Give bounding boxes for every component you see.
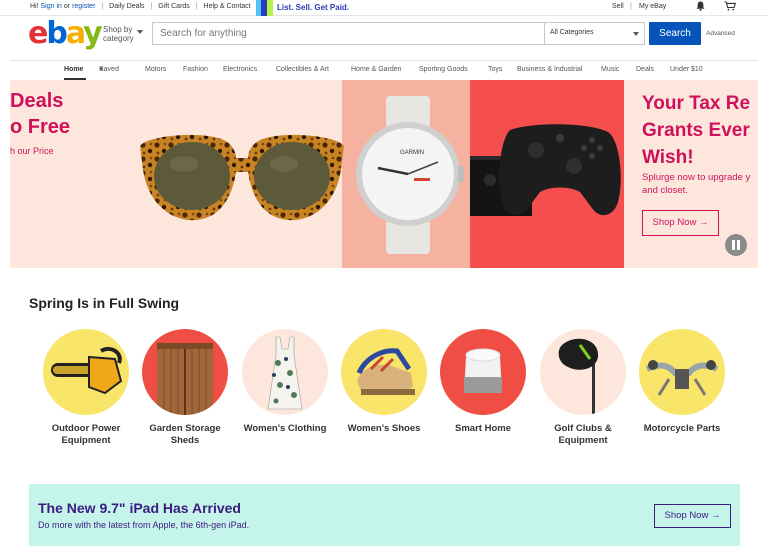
nav-item-toys[interactable]: Toys bbox=[488, 66, 502, 73]
banner-title: The New 9.7" iPad Has Arrived bbox=[38, 500, 241, 516]
category-nav: Home ♥ Saved Motors Fashion Electronics C… bbox=[0, 66, 768, 80]
my-ebay-link[interactable]: My eBay bbox=[639, 3, 666, 10]
carousel-pause-button[interactable] bbox=[725, 234, 747, 256]
divider: | bbox=[195, 3, 198, 10]
nav-item-under-10[interactable]: Under $10 bbox=[670, 66, 703, 73]
search-button[interactable]: Search bbox=[649, 22, 701, 45]
logo-letter: e bbox=[28, 16, 48, 51]
pause-icon bbox=[732, 240, 735, 250]
category-select-value: All Categories bbox=[550, 29, 594, 36]
nav-item-home-garden[interactable]: Home & Garden bbox=[351, 66, 402, 73]
chevron-down-icon bbox=[137, 30, 143, 34]
hero-heading-line: Your Tax Re bbox=[642, 93, 751, 114]
hero-subtext-line: and closet. bbox=[642, 185, 688, 196]
watch-brand-text: GARMIN bbox=[400, 150, 424, 156]
search-input[interactable] bbox=[153, 23, 543, 44]
notification-bell-icon[interactable] bbox=[696, 1, 705, 11]
nav-item-collectibles-art[interactable]: Collectibles & Art bbox=[276, 66, 329, 73]
shop-by-label: category bbox=[103, 34, 134, 43]
greeting-text: Hi! bbox=[30, 3, 39, 10]
golf-club-icon bbox=[540, 329, 626, 415]
advanced-search-link[interactable]: Advanced bbox=[706, 30, 735, 37]
gift-cards-link[interactable]: Gift Cards bbox=[158, 3, 190, 10]
nav-item-sporting-goods[interactable]: Sporting Goods bbox=[419, 66, 468, 73]
smart-speaker-icon bbox=[440, 329, 526, 415]
nav-item-label: Saved bbox=[99, 66, 119, 73]
top-utility-bar: Hi! Sign in or register | Daily Deals | … bbox=[0, 0, 768, 16]
sell-promo-banner[interactable]: List. Sell. Get Paid. bbox=[256, 0, 376, 16]
divider: | bbox=[630, 3, 632, 10]
nav-item-business-industrial[interactable]: Business & Industrial bbox=[517, 66, 582, 73]
promo-stripe bbox=[267, 0, 273, 16]
category-tile[interactable]: Women's Shoes bbox=[334, 329, 434, 435]
divider: | bbox=[150, 3, 153, 10]
game-console-image bbox=[470, 124, 621, 216]
daily-deals-link[interactable]: Daily Deals bbox=[109, 3, 144, 10]
hero-right-subtext: Splurge now to upgrade y and closet. bbox=[642, 171, 750, 197]
register-link[interactable]: register bbox=[72, 3, 95, 10]
category-tile[interactable]: Women's Clothing bbox=[235, 329, 335, 435]
logo-letter: a bbox=[65, 16, 85, 51]
shopping-cart-icon[interactable] bbox=[724, 1, 736, 11]
chainsaw-icon bbox=[43, 329, 129, 415]
hero-left-subtext: h our Price bbox=[10, 146, 54, 156]
hero-heading-line: Wish! bbox=[642, 147, 694, 168]
wedge-shoe-icon bbox=[341, 329, 427, 415]
hero-carousel[interactable]: Deals o Free h our Price GARMIN Your Tax… bbox=[10, 80, 758, 268]
category-tile[interactable]: Garden Storage Sheds bbox=[135, 329, 235, 447]
top-left-links: Hi! Sign in or register | Daily Deals | … bbox=[30, 3, 251, 10]
logo-letter: b bbox=[46, 16, 68, 51]
dress-icon bbox=[242, 329, 328, 415]
shop-by-label: Shop by bbox=[103, 25, 133, 34]
category-label: Golf Clubs & Equipment bbox=[554, 423, 612, 446]
category-tile[interactable]: Outdoor Power Equipment bbox=[36, 329, 136, 447]
nav-item-home[interactable]: Home bbox=[64, 66, 83, 73]
sign-in-link[interactable]: Sign in bbox=[41, 3, 62, 10]
nav-item-music[interactable]: Music bbox=[601, 66, 619, 73]
promo-text: List. Sell. Get Paid. bbox=[277, 3, 350, 12]
section-title: Spring Is in Full Swing bbox=[29, 295, 180, 311]
shed-icon bbox=[142, 329, 228, 415]
nav-item-electronics[interactable]: Electronics bbox=[223, 66, 257, 73]
nav-item-fashion[interactable]: Fashion bbox=[183, 66, 208, 73]
category-carousel: Outdoor Power Equipment Garden Storage S… bbox=[0, 329, 768, 449]
nav-divider bbox=[10, 60, 758, 61]
hero-left-heading: o Free bbox=[10, 116, 71, 138]
banner-subtitle: Do more with the latest from Apple, the … bbox=[38, 520, 250, 530]
hero-shop-now-button[interactable]: Shop Now → bbox=[642, 210, 719, 236]
category-select[interactable]: All Categories bbox=[544, 23, 644, 44]
pause-icon bbox=[737, 240, 740, 250]
category-label: Smart Home bbox=[455, 423, 511, 434]
category-label: Garden Storage Sheds bbox=[149, 423, 221, 446]
nav-item-deals[interactable]: Deals bbox=[636, 66, 654, 73]
ebay-logo[interactable]: ebay bbox=[28, 16, 103, 51]
category-label: Women's Clothing bbox=[243, 423, 327, 434]
category-label: Women's Shoes bbox=[347, 423, 421, 434]
logo-letter: y bbox=[83, 16, 103, 51]
hero-subtext-line: Splurge now to upgrade y bbox=[642, 172, 751, 183]
hero-heading-line: Grants Ever bbox=[642, 120, 750, 141]
ipad-promo-banner[interactable]: The New 9.7" iPad Has Arrived Do more wi… bbox=[29, 484, 740, 546]
search-bar: All Categories bbox=[152, 22, 645, 45]
handlebar-icon bbox=[639, 329, 725, 415]
hero-left-heading: Deals bbox=[10, 90, 64, 112]
category-tile[interactable]: Smart Home bbox=[433, 329, 533, 435]
category-tile[interactable]: Motorcycle Parts bbox=[632, 329, 732, 435]
category-label: Motorcycle Parts bbox=[643, 423, 721, 434]
top-right-links: Sell | My eBay bbox=[548, 1, 768, 15]
banner-shop-now-button[interactable]: Shop Now → bbox=[654, 504, 731, 528]
chevron-down-icon bbox=[633, 32, 639, 36]
category-tile[interactable]: Golf Clubs & Equipment bbox=[533, 329, 633, 447]
divider: | bbox=[101, 3, 104, 10]
smartwatch-image: GARMIN bbox=[356, 96, 464, 254]
shop-by-category-dropdown[interactable]: Shop by category bbox=[103, 25, 143, 43]
sell-link[interactable]: Sell bbox=[612, 3, 624, 10]
or-text: or bbox=[63, 3, 71, 10]
nav-item-motors[interactable]: Motors bbox=[145, 66, 166, 73]
sunglasses-image bbox=[140, 134, 344, 221]
category-label: Outdoor Power Equipment bbox=[51, 423, 121, 446]
hero-right-heading: Your Tax Re Grants Ever Wish! bbox=[642, 90, 750, 171]
help-contact-link[interactable]: Help & Contact bbox=[204, 3, 251, 10]
